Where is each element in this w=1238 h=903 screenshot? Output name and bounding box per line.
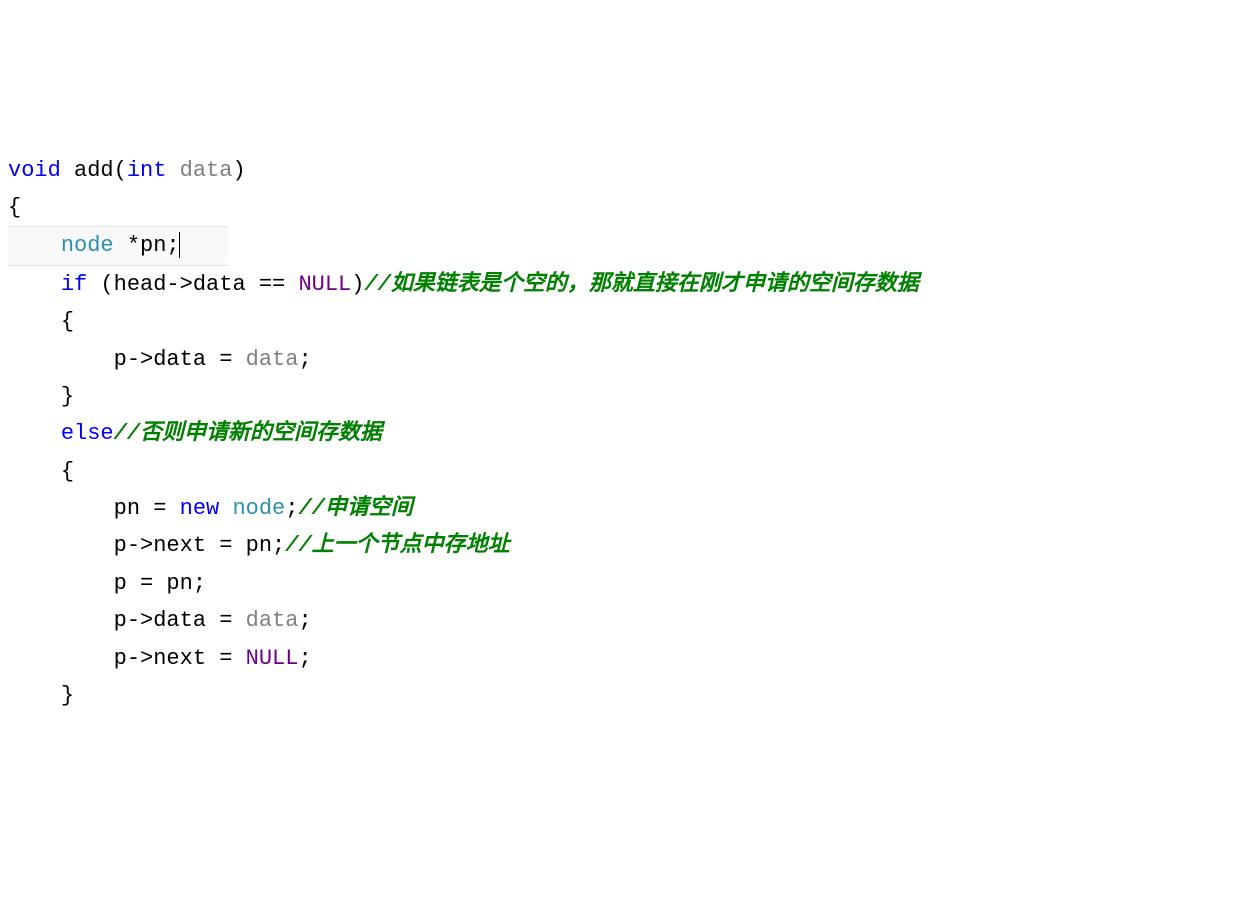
token-default: p = pn;	[114, 571, 206, 596]
code-line[interactable]: pn = new node;//申请空间	[8, 490, 1238, 527]
indent	[8, 571, 114, 596]
token-default: }	[61, 384, 74, 409]
indent	[8, 533, 114, 558]
token-default: pn =	[114, 496, 180, 521]
indent	[8, 309, 61, 334]
token-default	[61, 158, 74, 183]
code-line[interactable]: p = pn;	[8, 565, 1238, 602]
token-keyword: else	[61, 421, 114, 446]
indent	[8, 459, 61, 484]
code-line[interactable]: else//否则申请新的空间存数据	[8, 415, 1238, 452]
code-line[interactable]: {	[8, 189, 1238, 226]
token-comment: //否则申请新的空间存数据	[114, 421, 382, 446]
token-default: ;	[298, 608, 311, 633]
token-default: *pn;	[114, 233, 180, 258]
indent	[8, 496, 114, 521]
token-keyword: int	[127, 158, 167, 183]
token-default: ;	[298, 646, 311, 671]
token-keyword: new	[180, 496, 220, 521]
token-type: node	[232, 496, 285, 521]
code-line[interactable]: {	[8, 453, 1238, 490]
token-default: {	[61, 309, 74, 334]
token-param: data	[246, 347, 299, 372]
code-line[interactable]: p->next = pn;//上一个节点中存地址	[8, 527, 1238, 564]
token-type: node	[61, 233, 114, 258]
token-default: ;	[285, 496, 298, 521]
token-default: ;	[298, 347, 311, 372]
token-comment: //如果链表是个空的，那就直接在刚才申请的空间存数据	[364, 272, 918, 297]
code-line[interactable]: }	[8, 677, 1238, 714]
indent	[8, 608, 114, 633]
token-null: NULL	[298, 272, 351, 297]
code-line[interactable]: }	[8, 378, 1238, 415]
token-default: {	[8, 195, 21, 220]
token-comment: //上一个节点中存地址	[285, 533, 509, 558]
code-line[interactable]: node *pn;	[8, 226, 1238, 265]
code-editor[interactable]: void add(int data) { node *pn; if (head->…	[8, 152, 1238, 715]
code-line[interactable]: {	[8, 303, 1238, 340]
token-keyword: if	[61, 272, 87, 297]
token-default: p->next =	[114, 646, 246, 671]
token-comment: //申请空间	[298, 496, 412, 521]
indent	[8, 384, 61, 409]
token-param: data	[180, 158, 233, 183]
token-default	[166, 158, 179, 183]
indent	[8, 683, 61, 708]
token-default: p->data =	[114, 347, 246, 372]
indent	[8, 272, 61, 297]
indent	[8, 347, 114, 372]
token-null: NULL	[246, 646, 299, 671]
code-line[interactable]: void add(int data)	[8, 152, 1238, 189]
indent	[8, 646, 114, 671]
token-default	[219, 496, 232, 521]
code-line[interactable]: p->next = NULL;	[8, 640, 1238, 677]
token-default: }	[61, 683, 74, 708]
indent	[8, 233, 61, 258]
token-default: )	[232, 158, 245, 183]
token-default: p->data =	[114, 608, 246, 633]
token-param: data	[246, 608, 299, 633]
indent	[8, 421, 61, 446]
token-default: add	[74, 158, 114, 183]
text-cursor	[179, 232, 180, 258]
code-line[interactable]: p->data = data;	[8, 341, 1238, 378]
token-default: (head->data ==	[87, 272, 298, 297]
code-line[interactable]: p->data = data;	[8, 602, 1238, 639]
token-keyword: void	[8, 158, 61, 183]
code-line[interactable]: if (head->data == NULL)//如果链表是个空的，那就直接在刚…	[8, 266, 1238, 303]
token-default: )	[351, 272, 364, 297]
current-line-highlight: node *pn;	[8, 226, 228, 265]
token-default: (	[114, 158, 127, 183]
token-default: p->next = pn;	[114, 533, 286, 558]
token-default: {	[61, 459, 74, 484]
